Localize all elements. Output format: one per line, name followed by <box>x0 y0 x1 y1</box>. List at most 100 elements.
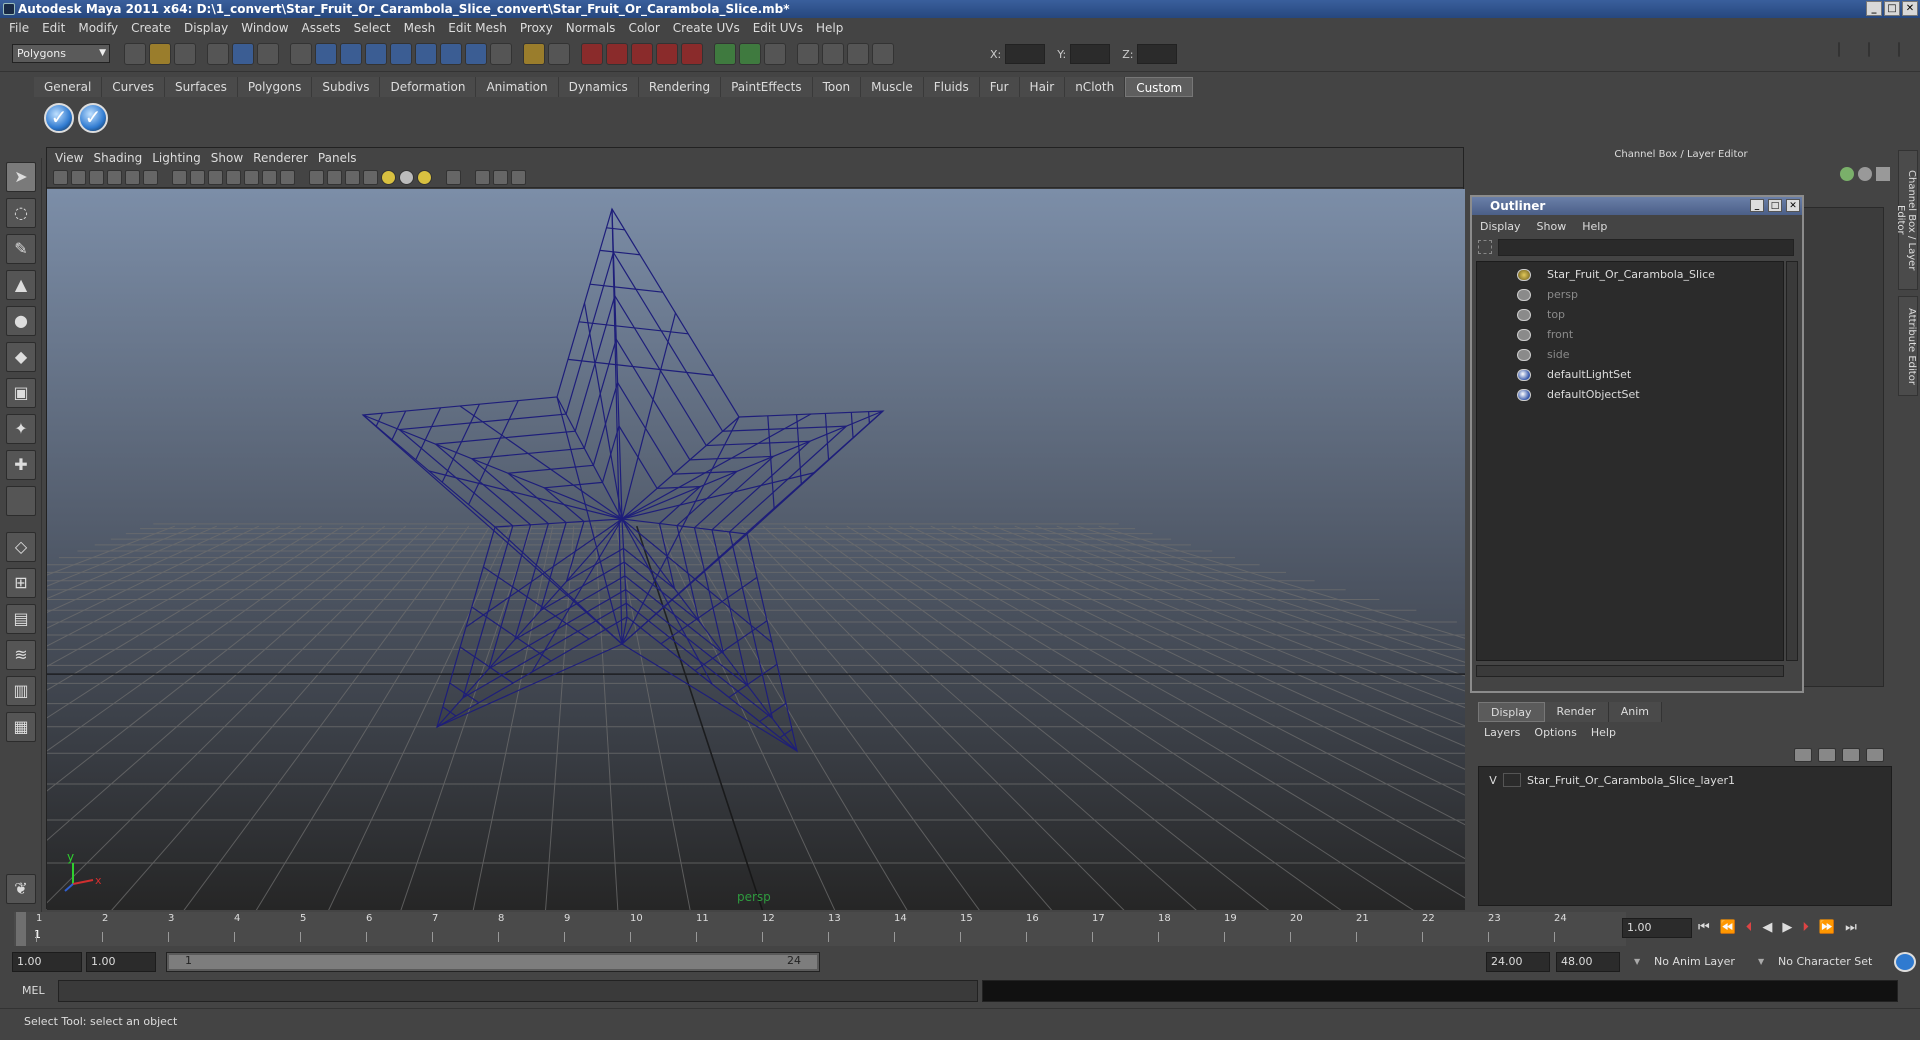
viewport-menu-lighting[interactable]: Lighting <box>152 151 211 165</box>
current-time-field[interactable]: 1.00 <box>1622 918 1692 938</box>
select-camera-icon[interactable] <box>53 170 68 185</box>
layer-menu-options[interactable]: Options <box>1534 726 1576 739</box>
use-default-light-icon[interactable] <box>262 170 277 185</box>
output-ops-icon[interactable] <box>739 43 761 65</box>
layer-name[interactable]: Star_Fruit_Or_Carambola_Slice_layer1 <box>1527 774 1735 787</box>
snap-view-plane-icon[interactable] <box>656 43 678 65</box>
mask-misc-icon[interactable] <box>490 43 512 65</box>
attribute-editor-side-tab[interactable]: Attribute Editor <box>1898 296 1918 396</box>
outliner-item[interactable]: top <box>1517 306 1565 324</box>
menu-create[interactable]: Create <box>126 21 179 35</box>
tab-toon[interactable]: Toon <box>812 77 862 97</box>
menu-window[interactable]: Window <box>236 21 296 35</box>
move-layer-down-icon[interactable] <box>1818 748 1836 762</box>
tab-layer-render[interactable]: Render <box>1544 702 1609 722</box>
check-shelf-icon[interactable]: ✓ <box>44 103 74 133</box>
wireframe-icon[interactable] <box>172 170 187 185</box>
tab-layer-display[interactable]: Display <box>1478 702 1545 722</box>
move-tool-icon[interactable]: ▲ <box>6 270 36 300</box>
manipulator-tool-icon[interactable]: ▣ <box>6 378 36 408</box>
render-view-icon[interactable] <box>797 43 819 65</box>
hypershade-layout-icon[interactable]: ▥ <box>6 676 36 706</box>
tab-dynamics[interactable]: Dynamics <box>558 77 639 97</box>
film-gate-icon[interactable] <box>143 170 158 185</box>
xray-joints-icon[interactable] <box>345 170 360 185</box>
play-backwards-icon[interactable]: ◀ <box>1762 920 1772 935</box>
outliner-item[interactable]: side <box>1517 346 1570 364</box>
bookmarks-icon[interactable] <box>89 170 104 185</box>
tab-polygons[interactable]: Polygons <box>237 77 313 97</box>
open-scene-icon[interactable] <box>149 43 171 65</box>
input-ops-icon[interactable] <box>714 43 736 65</box>
ipr-render-icon[interactable] <box>847 43 869 65</box>
menu-help[interactable]: Help <box>811 21 851 35</box>
mel-label[interactable]: MEL <box>22 984 45 997</box>
tab-fluids[interactable]: Fluids <box>923 77 980 97</box>
menu-assets[interactable]: Assets <box>297 21 349 35</box>
layer-list[interactable]: V Star_Fruit_Or_Carambola_Slice_layer1 <box>1478 766 1892 906</box>
menu-select[interactable]: Select <box>349 21 399 35</box>
animation-preferences-icon[interactable] <box>1894 952 1916 972</box>
persp-graph-layout-icon[interactable]: ≋ <box>6 640 36 670</box>
toggle-sidebar-icon[interactable] <box>1838 42 1840 57</box>
channel-box-settings-icon[interactable] <box>1876 167 1890 181</box>
make-live-icon[interactable] <box>681 43 703 65</box>
y-field[interactable] <box>1070 44 1111 64</box>
image-plane-icon[interactable] <box>107 170 122 185</box>
mask-rendering-icon[interactable] <box>465 43 487 65</box>
save-scene-icon[interactable] <box>174 43 196 65</box>
animation-start-field[interactable]: 1.00 <box>12 952 82 972</box>
playback-start-field[interactable]: 1.00 <box>86 952 156 972</box>
select-by-hierarchy-icon[interactable] <box>207 43 229 65</box>
viewport-menu-view[interactable]: View <box>55 151 93 165</box>
range-slider-handle[interactable] <box>169 955 817 969</box>
no-lights-icon[interactable] <box>417 170 432 185</box>
smooth-shade-icon[interactable] <box>190 170 205 185</box>
mask-handles-icon[interactable] <box>315 43 337 65</box>
graph-editor-layout-icon[interactable]: ▦ <box>6 712 36 742</box>
tab-curves[interactable]: Curves <box>102 77 165 97</box>
menu-normals[interactable]: Normals <box>561 21 624 35</box>
tab-animation[interactable]: Animation <box>476 77 559 97</box>
four-view-layout-icon[interactable]: ⊞ <box>6 568 36 598</box>
outliner-horizontal-scrollbar[interactable] <box>1476 665 1784 677</box>
range-slider[interactable]: 1 24 <box>166 952 820 972</box>
snap-curve-icon[interactable] <box>606 43 628 65</box>
persp-outliner-layout-icon[interactable]: ▤ <box>6 604 36 634</box>
menu-edit[interactable]: Edit <box>37 21 73 35</box>
rotate-tool-icon[interactable]: ● <box>6 306 36 336</box>
textured-icon[interactable] <box>226 170 241 185</box>
outliner-minimize-button[interactable]: _ <box>1750 199 1764 212</box>
tab-general[interactable]: General <box>34 77 103 97</box>
minimize-button[interactable]: _ <box>1866 1 1882 16</box>
layer-menu-layers[interactable]: Layers <box>1484 726 1520 739</box>
isolate-select-icon[interactable] <box>309 170 324 185</box>
go-to-start-icon[interactable]: ⏮ <box>1698 920 1710 935</box>
outliner-filter-icon[interactable] <box>1478 240 1492 254</box>
step-back-key-icon[interactable]: ⏴ <box>1746 920 1753 935</box>
animation-end-field[interactable]: 48.00 <box>1556 952 1620 972</box>
command-input[interactable] <box>58 980 978 1002</box>
scale-tool-icon[interactable]: ◆ <box>6 342 36 372</box>
tab-fur[interactable]: Fur <box>979 77 1020 97</box>
channel-box-view-icon[interactable] <box>1858 167 1872 181</box>
outliner-menu-help[interactable]: Help <box>1582 220 1607 233</box>
outliner-close-button[interactable]: ✕ <box>1786 199 1800 212</box>
mask-deformations-icon[interactable] <box>415 43 437 65</box>
high-quality-icon[interactable] <box>327 170 342 185</box>
layer-menu-help[interactable]: Help <box>1591 726 1616 739</box>
tab-ncloth[interactable]: nCloth <box>1065 77 1126 97</box>
mask-curves-icon[interactable] <box>365 43 387 65</box>
render-current-frame-icon[interactable] <box>822 43 844 65</box>
check-shelf-icon-2[interactable]: ✓ <box>78 103 108 133</box>
tab-custom[interactable]: Custom <box>1125 77 1194 97</box>
paint-effects-icon[interactable]: ❦ <box>6 874 36 904</box>
step-back-icon[interactable]: ⏪ <box>1720 920 1736 935</box>
layer-row[interactable]: V Star_Fruit_Or_Carambola_Slice_layer1 <box>1483 771 1887 789</box>
mask-dynamics-icon[interactable] <box>440 43 462 65</box>
outliner-item[interactable]: front <box>1517 326 1573 344</box>
outliner-menu-display[interactable]: Display <box>1480 220 1521 233</box>
lock-selection-icon[interactable] <box>523 43 545 65</box>
checker-icon[interactable] <box>363 170 378 185</box>
mask-dropdown-icon[interactable] <box>290 43 312 65</box>
